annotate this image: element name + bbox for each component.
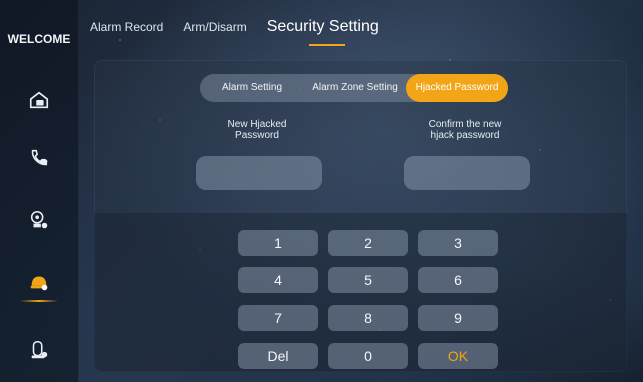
key-7[interactable]: 7 xyxy=(238,305,318,331)
top-tabs: Alarm Record Arm/Disarm Security Setting xyxy=(90,18,379,46)
subtab-hjacked-password[interactable]: Hjacked Password xyxy=(406,74,508,102)
intercom-icon xyxy=(31,340,48,359)
key-9[interactable]: 9 xyxy=(418,305,498,331)
sidebar: WELCOME xyxy=(0,0,79,382)
key-ok[interactable]: OK xyxy=(418,343,498,369)
active-indicator xyxy=(20,300,58,302)
sidebar-item-phone[interactable] xyxy=(14,138,64,178)
subtab-alarm-setting[interactable]: Alarm Setting xyxy=(200,74,304,102)
tab-security-setting[interactable]: Security Setting xyxy=(267,18,379,46)
keypad: 1 2 3 4 5 6 7 8 9 Del 0 OK xyxy=(94,213,627,372)
home-lock-icon xyxy=(29,91,49,109)
key-5[interactable]: 5 xyxy=(328,267,408,293)
key-8[interactable]: 8 xyxy=(328,305,408,331)
key-0[interactable]: 0 xyxy=(328,343,408,369)
key-2[interactable]: 2 xyxy=(328,230,408,256)
sidebar-item-home-lock[interactable] xyxy=(14,80,64,120)
sidebar-item-alarm[interactable] xyxy=(14,262,64,302)
sidebar-item-camera[interactable] xyxy=(14,200,64,240)
key-1[interactable]: 1 xyxy=(238,230,318,256)
phone-icon xyxy=(31,149,48,166)
new-password-input[interactable] xyxy=(196,156,322,190)
key-3[interactable]: 3 xyxy=(418,230,498,256)
key-6[interactable]: 6 xyxy=(418,267,498,293)
tab-arm-disarm[interactable]: Arm/Disarm xyxy=(183,20,246,34)
key-4[interactable]: 4 xyxy=(238,267,318,293)
camera-icon xyxy=(30,210,48,229)
sidebar-item-intercom[interactable] xyxy=(14,330,64,370)
new-password-label: New Hjacked Password xyxy=(227,119,287,141)
tab-alarm-record[interactable]: Alarm Record xyxy=(90,20,163,34)
alarm-icon xyxy=(30,276,48,291)
subtab-alarm-zone-setting[interactable]: Alarm Zone Setting xyxy=(304,74,406,102)
confirm-password-label: Confirm the new hjack password xyxy=(428,119,502,141)
key-del[interactable]: Del xyxy=(238,343,318,369)
confirm-password-input[interactable] xyxy=(404,156,530,190)
welcome-title: WELCOME xyxy=(7,32,71,46)
subtab-switcher: Alarm Setting Alarm Zone Setting Hjacked… xyxy=(200,74,508,102)
